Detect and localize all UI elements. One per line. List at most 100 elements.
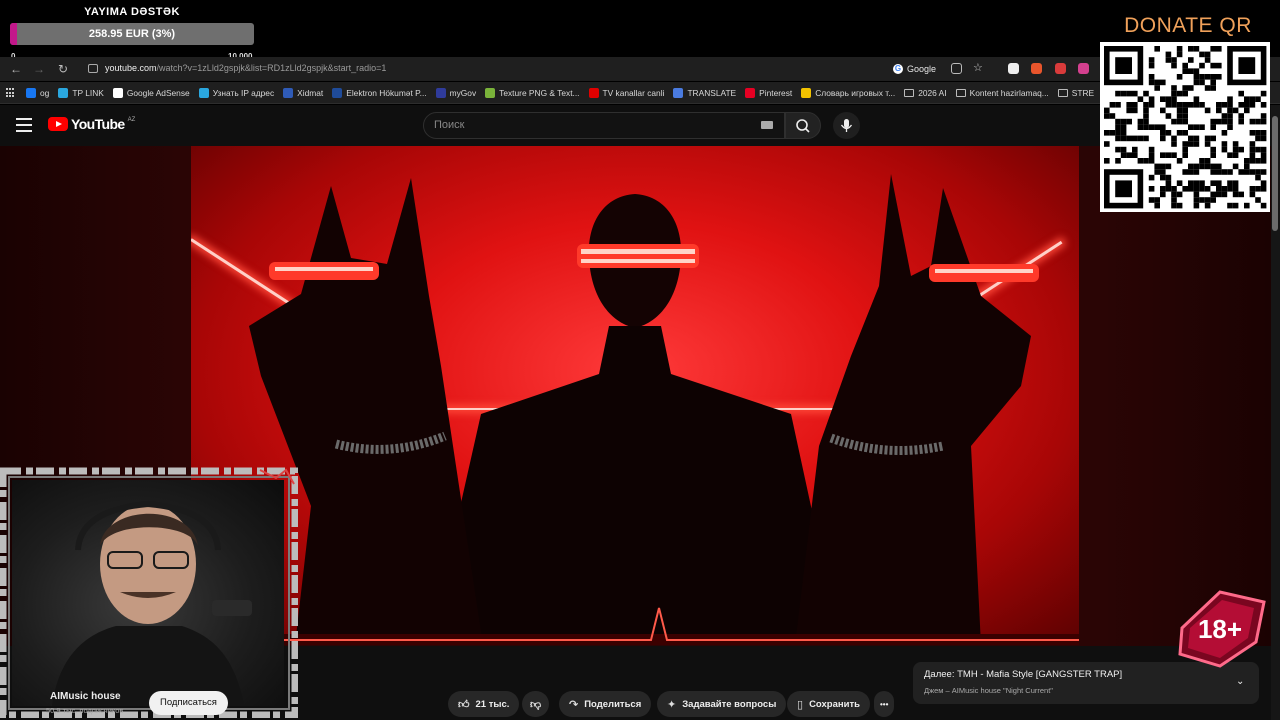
bookmark-label: TV kanallar canli (602, 88, 665, 98)
donation-title: YAYIMA DƏSTƏK (84, 6, 180, 18)
bookmark-favicon-icon (673, 88, 684, 98)
streamer-silhouette (52, 500, 252, 706)
dislike-button[interactable]: 👎︎ (522, 691, 550, 717)
video-frame-art (191, 174, 1079, 645)
channel-name[interactable]: AIMusic house (50, 691, 121, 702)
reload-icon[interactable]: ↻ (55, 61, 71, 77)
share-label: Поделиться (584, 698, 642, 710)
menu-icon[interactable] (16, 118, 32, 132)
bookmark-item[interactable]: STRE (1057, 88, 1094, 98)
voice-search-button[interactable] (833, 112, 860, 139)
up-next-title: Далее: TMH - Mafia Style [GANGSTER TRAP] (924, 669, 1123, 680)
bookmark-label: Узнать IP адрес (212, 88, 275, 98)
bookmarks-row: og TP LINK Google AdSense Узнать IP адрес Xi… (6, 84, 1103, 102)
folder-icon (1057, 89, 1068, 97)
forward-icon[interactable]: → (31, 61, 47, 77)
share-button[interactable]: ↷ Поделиться (559, 691, 652, 717)
bookmark-item[interactable]: myGov (435, 88, 477, 98)
microphone-icon (840, 119, 853, 132)
webcam-overlay (0, 466, 298, 718)
bookmark-label: Словарь игровых т... (815, 88, 896, 98)
more-actions-label: ••• (880, 699, 889, 709)
save-button[interactable]: ▯ Сохранить (787, 691, 870, 717)
url-host: youtube.com (105, 63, 157, 73)
search-engine-label: Google (907, 64, 937, 74)
extension-icon[interactable] (1008, 63, 1019, 74)
search-button[interactable] (785, 112, 821, 139)
save-label: Сохранить (809, 698, 860, 710)
bookmark-item[interactable]: TRANSLATE (673, 88, 736, 98)
bookmark-favicon-icon (435, 88, 446, 98)
like-count: 21 тыс. (475, 698, 510, 710)
keyboard-icon[interactable] (761, 121, 773, 129)
apps-grid-icon[interactable] (6, 88, 16, 98)
bookmark-favicon-icon (801, 88, 812, 98)
more-actions-button[interactable]: ••• (874, 691, 895, 717)
bookmark-item[interactable]: Xidmat (283, 88, 323, 98)
bookmark-item[interactable]: Pinterest (745, 88, 792, 98)
webcam-feed (12, 480, 284, 706)
age-rating-badge: 18+ (1172, 588, 1268, 668)
search-placeholder: Поиск (434, 119, 465, 131)
search-engine-chip[interactable]: G Google (893, 61, 936, 77)
channel-subscribers: 50,9 тыс. подписчиков (46, 706, 124, 715)
thumbs-up-icon: 👍︎ (458, 698, 470, 711)
bookmark-item[interactable]: Texture PNG & Text... (485, 88, 580, 98)
extension-shield-icon[interactable] (1055, 63, 1066, 74)
search-icon (796, 119, 810, 133)
bookmark-label: Texture PNG & Text... (499, 88, 580, 98)
up-next-subtitle: Джем – AIMusic house "Night Current" (924, 686, 1053, 695)
folder-icon (955, 89, 966, 97)
bookmark-label: Xidmat (297, 88, 324, 98)
youtube-logo[interactable]: YouTube AZ (48, 116, 135, 132)
bookmark-label: Elektron Hökumət P... (346, 88, 427, 98)
bookmark-favicon-icon (112, 88, 123, 98)
like-button[interactable]: 👍︎ 21 тыс. (448, 691, 520, 717)
bookmark-icon: ▯ (797, 698, 804, 711)
bookmark-item[interactable]: TP LINK (58, 88, 104, 98)
video-player[interactable] (191, 146, 1079, 645)
age-badge-text: 18+ (1198, 614, 1242, 644)
bookmark-item[interactable]: Словарь игровых т... (801, 88, 895, 98)
chevron-down-icon[interactable]: ⌄ (1236, 676, 1246, 687)
region-code: AZ (127, 116, 136, 123)
search-input[interactable] (423, 112, 785, 139)
bookmark-favicon-icon (745, 88, 756, 98)
extension-fox-icon[interactable] (1031, 63, 1042, 74)
bookmark-label: myGov (449, 88, 477, 98)
bookmark-label: TP LINK (72, 88, 104, 98)
star-icon[interactable]: ☆ (973, 63, 984, 74)
back-icon[interactable]: ← (8, 61, 24, 77)
youtube-logo-text: YouTube (71, 116, 125, 132)
donate-qr-label: DONATE QR (1124, 14, 1252, 37)
url-path: /watch?v=1zLld2gspjk&list=RD1zLld2gspjk&… (156, 63, 387, 73)
bookmark-item[interactable]: Kontent hazirlamaq... (955, 88, 1049, 98)
youtube-play-icon (48, 117, 68, 131)
bookmark-label: 2026 AI (918, 88, 947, 98)
donate-qr-code (1100, 42, 1270, 212)
bookmark-favicon-icon (283, 88, 294, 98)
ask-label: Задавайте вопросы (682, 698, 777, 710)
sparkle-icon: ✦ (667, 698, 677, 711)
bookmark-item[interactable]: Google AdSense (112, 88, 190, 98)
bookmark-item[interactable]: Узнать IP адрес (198, 88, 275, 98)
thumbs-down-icon: 👎︎ (530, 698, 542, 711)
bookmark-favicon-icon (332, 88, 343, 98)
bookmark-item[interactable]: TV kanallar canli (588, 88, 665, 98)
scrollbar-thumb[interactable] (1272, 116, 1278, 231)
bookmark-favicon-icon (26, 88, 36, 98)
bookmark-item[interactable]: Elektron Hökumət P... (332, 88, 427, 98)
url-field[interactable]: youtube.com/watch?v=1zLld2gspjk&list=RD1… (105, 63, 386, 73)
site-info-icon[interactable] (88, 64, 98, 73)
subscribe-button[interactable]: Подписаться (149, 691, 228, 715)
extension-instagram-icon[interactable] (1078, 63, 1089, 74)
bookmark-item[interactable]: og (26, 88, 49, 98)
bookmark-label: TRANSLATE (687, 88, 737, 98)
bookmark-favicon-icon (485, 88, 496, 98)
bookmark-favicon-icon (198, 88, 209, 98)
bookmark-item[interactable]: 2026 AI (904, 88, 947, 98)
ask-button[interactable]: ✦ Задавайте вопросы (657, 691, 787, 717)
google-icon: G (893, 64, 903, 74)
cast-icon[interactable] (951, 63, 962, 74)
donation-goal-widget: YAYIMA DƏSTƏK 258.95 EUR (3%) (10, 6, 254, 45)
